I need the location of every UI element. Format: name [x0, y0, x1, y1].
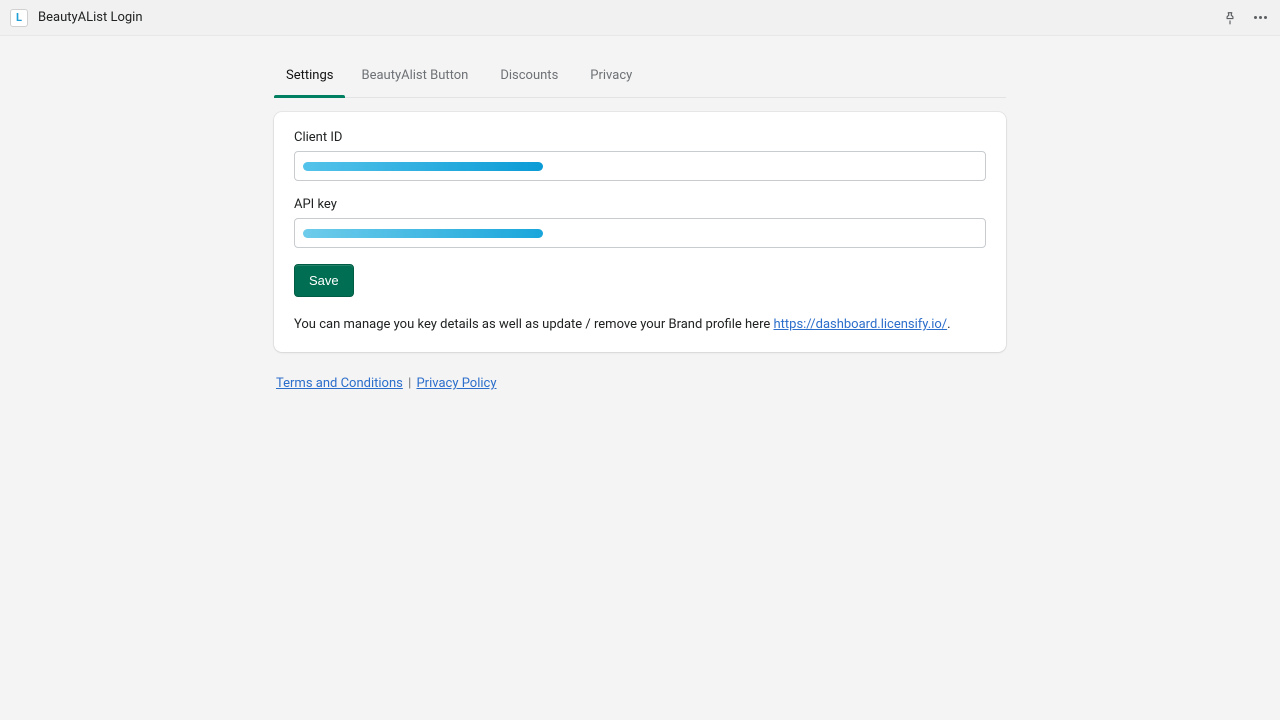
client-id-input[interactable] — [294, 151, 986, 181]
footer-links: Terms and Conditions | Privacy Policy — [274, 376, 1006, 391]
privacy-link[interactable]: Privacy Policy — [416, 376, 496, 391]
help-prefix: You can manage you key details as well a… — [294, 317, 773, 332]
redacted-value — [303, 162, 543, 171]
api-key-label: API key — [294, 197, 986, 212]
tab-beautyalist-button[interactable]: BeautyAlist Button — [345, 52, 484, 97]
settings-card: Client ID API key Save You can manage yo… — [274, 112, 1006, 352]
api-key-field: API key — [294, 197, 986, 248]
tab-settings[interactable]: Settings — [274, 52, 345, 97]
save-button[interactable]: Save — [294, 264, 354, 297]
tab-discounts[interactable]: Discounts — [484, 52, 574, 97]
pin-icon[interactable] — [1220, 8, 1240, 28]
page-content: Settings BeautyAlist Button Discounts Pr… — [274, 36, 1006, 391]
header-left: L BeautyAList Login — [10, 9, 143, 27]
client-id-field: Client ID — [294, 130, 986, 181]
help-text: You can manage you key details as well a… — [294, 317, 986, 332]
tabs: Settings BeautyAlist Button Discounts Pr… — [274, 52, 1006, 98]
more-icon[interactable] — [1250, 8, 1270, 28]
redacted-value — [303, 229, 543, 238]
help-suffix: . — [947, 317, 950, 332]
terms-link[interactable]: Terms and Conditions — [276, 376, 403, 391]
header-right — [1220, 8, 1270, 28]
client-id-label: Client ID — [294, 130, 986, 145]
api-key-input[interactable] — [294, 218, 986, 248]
app-header: L BeautyAList Login — [0, 0, 1280, 36]
tab-privacy[interactable]: Privacy — [574, 52, 648, 97]
app-icon: L — [10, 9, 28, 27]
dashboard-link[interactable]: https://dashboard.licensify.io/ — [773, 317, 947, 332]
app-title: BeautyAList Login — [38, 10, 143, 25]
separator: | — [403, 376, 417, 391]
